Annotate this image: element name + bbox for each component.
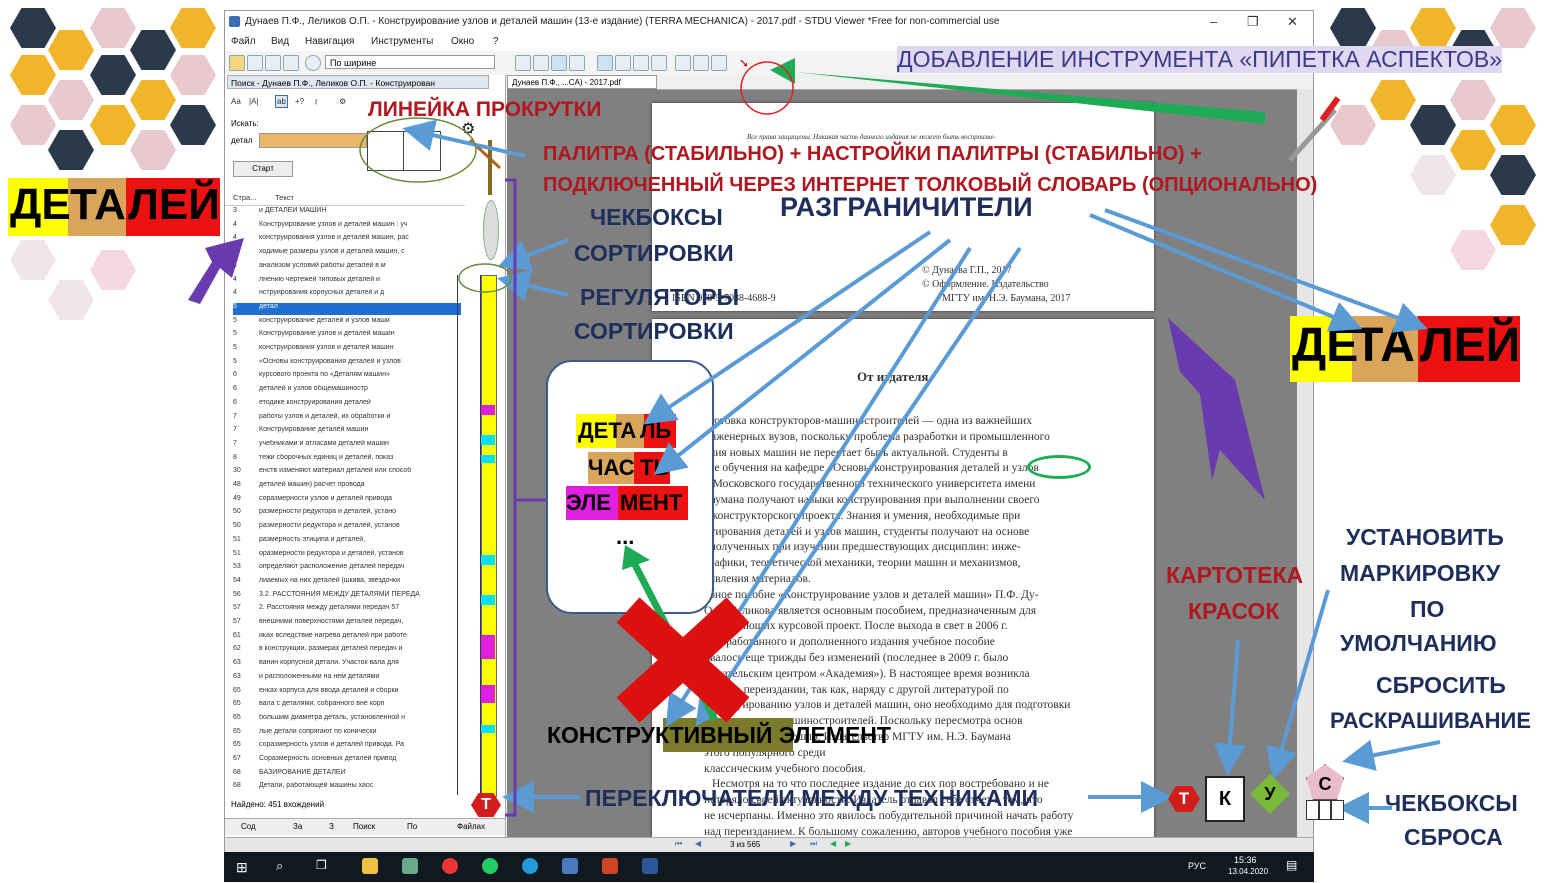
annotation-reset-cb-1: ЧЕКБОКСЫ [1385, 790, 1518, 816]
pipette-drawing [1288, 108, 1337, 162]
annotation-reset-2: РАСКРАШИВАНИЕ [1330, 708, 1531, 733]
annotation-cardfile-1: КАРТОТЕКА [1166, 562, 1304, 588]
red-cross [616, 597, 750, 723]
color-cardfile-button[interactable]: К [1205, 776, 1245, 822]
annotation-reset-cb-2: СБРОСА [1404, 824, 1503, 850]
annotation-default-1: УСТАНОВИТЬ [1346, 524, 1504, 550]
annotation-ruler: ЛИНЕЙКА ПРОКРУТКИ [368, 98, 602, 121]
annotation-cardfile-2: КРАСОК [1188, 598, 1280, 624]
annotation-checkboxes-sort-1: ЧЕКБОКСЫ [590, 204, 723, 230]
pipette-circle [740, 61, 794, 115]
annotation-regulators-1: РЕГУЛЯТОРЫ [580, 284, 740, 310]
purple-arrow-left [188, 238, 244, 304]
reset-checkbox[interactable] [1306, 800, 1319, 820]
annotation-reset-1: СБРОСИТЬ [1376, 672, 1506, 698]
reset-checkbox[interactable] [1318, 800, 1332, 820]
annotation-checkboxes-sort-2: СОРТИРОВКИ [574, 240, 734, 266]
annotation-default-2: МАРКИРОВКУ [1340, 560, 1501, 586]
annotation-palette-1: ПАЛИТРА (СТАБИЛЬНО) + НАСТРОЙКИ ПАЛИТРЫ … [543, 143, 1202, 165]
annotation-default-4: УМОЛЧАНИЮ [1340, 630, 1497, 656]
technique-switch-label: Т [481, 796, 491, 813]
annotation-constructive: КОНСТРУКТИВНЫЙ ЭЛЕМЕНТ [547, 722, 891, 748]
annotation-delimiters: РАЗГРАНИЧИТЕЛИ [780, 192, 1033, 222]
annotation-default-3: ПО [1410, 596, 1445, 622]
default-marking-label: У [1264, 784, 1276, 804]
reset-checkboxes [1306, 800, 1345, 820]
annotation-pipette: ДОБАВЛЕНИЕ ИНСТРУМЕНТА «ПИПЕТКА АСПЕКТОВ… [897, 46, 1503, 73]
annotation-arrows [188, 58, 1441, 824]
annotation-regulators-2: СОРТИРОВКИ [574, 318, 734, 344]
reset-coloring-label: С [1318, 774, 1332, 794]
color-cardfile-label: К [1218, 788, 1232, 810]
purple-arrow-right [1168, 318, 1265, 500]
annotation-switchers: ПЕРЕКЛЮЧАТЕЛИ МЕЖДУ ТЕХНИКАМИ [585, 785, 1039, 811]
reset-checkbox[interactable] [1331, 800, 1345, 820]
technique-switch-label-2: Т [1178, 789, 1190, 808]
